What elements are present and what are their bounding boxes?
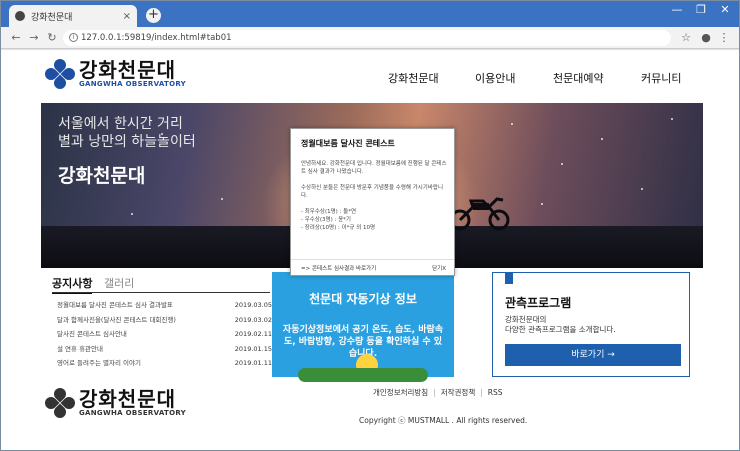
minimize-button[interactable]: —: [665, 3, 689, 16]
tab-gallery[interactable]: 갤러리: [104, 277, 134, 290]
footer-logo-flower-icon: [42, 385, 78, 421]
logo-korean: 강화천문대: [79, 58, 176, 82]
back-icon[interactable]: ←: [9, 31, 23, 44]
notice-tabs: 공지사항 갤러리: [52, 275, 134, 294]
program-description: 강화천문대의 다양한 관측프로그램을 소개합니다.: [505, 315, 616, 335]
notice-date: 2019.03.05: [234, 301, 272, 309]
nav-item-guide[interactable]: 이용안내: [475, 70, 515, 86]
go-button[interactable]: 바로가기 →: [505, 344, 681, 366]
popup-paragraph-2: 수상하신 분들은 천문대 방문후 기념품을 수령해 가시기바랍니다.: [301, 185, 444, 199]
weather-title: 천문대 자동기상 정보: [309, 292, 417, 306]
nav-item-community[interactable]: 커뮤니티: [641, 70, 681, 86]
web-page: 강화천문대 GANGWHA OBSERVATORY 강화천문대 이용안내 천문대…: [1, 50, 739, 450]
hero-line1: 서울에서 한시간 거리: [58, 116, 183, 132]
program-desc-line2: 다양한 관측프로그램을 소개합니다.: [505, 325, 616, 334]
logo-flower-icon: [42, 56, 78, 92]
address-bar[interactable]: i 127.0.0.1:59819/index.html#tab01: [63, 30, 671, 46]
footer-logo-english: GANGWHA OBSERVATORY: [79, 409, 187, 417]
card-marker: [505, 272, 513, 284]
site-logo[interactable]: 강화천문대 GANGWHA OBSERVATORY: [42, 56, 187, 92]
notice-popup: 정월대보름 달사진 콘테스트 안녕하세요. 강화천문대 입니다. 정월대보름에 …: [290, 128, 455, 276]
hero-subtitle: 서울에서 한시간 거리 별과 낭만의 하늘놀이터: [58, 115, 196, 151]
address-url: 127.0.0.1:59819/index.html#tab01: [81, 33, 232, 43]
browser-toolbar: ← → ↻ i 127.0.0.1:59819/index.html#tab01…: [1, 27, 739, 49]
copyright-policy-link[interactable]: 저작권정책: [441, 388, 476, 397]
popup-award-2: - 우수상(3명) : 윤*기: [301, 217, 351, 223]
list-item[interactable]: 정월대보름 달사진 콘테스트 심사 결과발표 2019.03.05: [57, 298, 272, 313]
popup-title: 정월대보름 달사진 콘테스트: [301, 139, 395, 148]
notice-title[interactable]: 영어로 들려주는 별자리 이야기: [57, 356, 141, 371]
nav-item-reservation[interactable]: 천문대예약: [553, 70, 604, 86]
site-info-icon[interactable]: i: [69, 33, 78, 42]
notice-date: 2019.01.15: [234, 344, 272, 353]
notice-date: 2019.01.11: [234, 359, 272, 367]
program-title: 관측프로그램: [505, 296, 572, 310]
popup-body: 안녕하세요. 강화천문대 입니다. 정월대보름에 진행된 달 콘테스트 심사 결…: [301, 160, 449, 232]
list-item[interactable]: 달사진 콘테스트 심사안내 2019.02.11: [57, 327, 272, 342]
bookmark-star-icon[interactable]: ☆: [679, 31, 693, 44]
hero-line2: 별과 낭만의 하늘놀이터: [58, 134, 196, 150]
tab-title: 강화천문대: [31, 12, 73, 23]
notice-date: 2019.02.11: [234, 330, 272, 338]
popup-paragraph-1: 안녕하세요. 강화천문대 입니다. 정월대보름에 진행된 달 콘테스트 심사 결…: [301, 161, 447, 175]
browser-tab[interactable]: 강화천문대 ×: [9, 5, 137, 27]
popup-footer: => 콘테스트 심사결과 바로가기 닫기X: [291, 259, 454, 275]
program-desc-line1: 강화천문대의: [505, 315, 547, 324]
nav-item-about[interactable]: 강화천문대: [388, 70, 439, 86]
popup-close-button[interactable]: 닫기X: [432, 264, 446, 272]
popup-award-1: - 최우수상(1명) : 돌*연: [301, 209, 357, 215]
hero-title: 강화천문대: [58, 165, 146, 187]
favicon-icon: [15, 11, 25, 21]
footer-logo: 강화천문대 GANGWHA OBSERVATORY: [42, 385, 187, 421]
notice-title[interactable]: 달과 함께사진을(달사진 콘테스트 대회진행): [57, 313, 176, 328]
close-window-button[interactable]: ✕: [713, 3, 737, 16]
privacy-link[interactable]: 개인정보처리방침: [373, 388, 428, 397]
motorcycle-silhouette-icon: [449, 197, 510, 231]
menu-kebab-icon[interactable]: ⋮: [717, 31, 731, 44]
footer-links: 개인정보처리방침 | 저작권정책 | RSS: [373, 388, 503, 397]
notice-divider: [52, 292, 270, 293]
tab-strip: 강화천문대 × + — ❐ ✕: [1, 1, 739, 27]
popup-result-link[interactable]: => 콘테스트 심사결과 바로가기: [301, 264, 376, 272]
list-item[interactable]: 설 연휴 휴관안내 2019.01.15: [57, 342, 272, 357]
notice-date: 2019.03.02: [234, 315, 272, 324]
logo-english: GANGWHA OBSERVATORY: [79, 80, 187, 88]
program-card: 관측프로그램 강화천문대의 다양한 관측프로그램을 소개합니다. 바로가기 →: [492, 272, 690, 377]
popup-award-3: - 장려상(10명) : 이*규 외 10명: [301, 225, 376, 231]
list-item[interactable]: 영어로 들려주는 별자리 이야기 2019.01.11: [57, 356, 272, 371]
forward-icon[interactable]: →: [27, 31, 41, 44]
hill-icon: [298, 368, 428, 382]
notice-list: 정월대보름 달사진 콘테스트 심사 결과발표 2019.03.05 달과 함께사진…: [57, 298, 272, 371]
maximize-button[interactable]: ❐: [689, 3, 713, 16]
weather-info-card[interactable]: 천문대 자동기상 정보 자동기상정보에서 공기 온도, 습도, 바람속도, 바람…: [272, 272, 454, 382]
notice-title[interactable]: 달사진 콘테스트 심사안내: [57, 327, 127, 342]
list-item[interactable]: 달과 함께사진을(달사진 콘테스트 대회진행) 2019.03.02: [57, 313, 272, 328]
copyright-text: Copyright ⓒ MUSTMALL . All rights reserv…: [359, 416, 528, 425]
profile-avatar-icon[interactable]: ●: [699, 31, 713, 44]
notice-title[interactable]: 설 연휴 휴관안내: [57, 342, 103, 357]
browser-window: 강화천문대 × + — ❐ ✕ ← → ↻ i 127.0.0.1:59819/…: [0, 0, 740, 451]
new-tab-button[interactable]: +: [146, 8, 161, 23]
notice-title[interactable]: 정월대보름 달사진 콘테스트 심사 결과발표: [57, 298, 173, 313]
reload-icon[interactable]: ↻: [45, 31, 59, 44]
tab-close-icon[interactable]: ×: [123, 11, 131, 22]
rss-link[interactable]: RSS: [488, 388, 503, 397]
footer-logo-korean: 강화천문대: [79, 387, 176, 411]
